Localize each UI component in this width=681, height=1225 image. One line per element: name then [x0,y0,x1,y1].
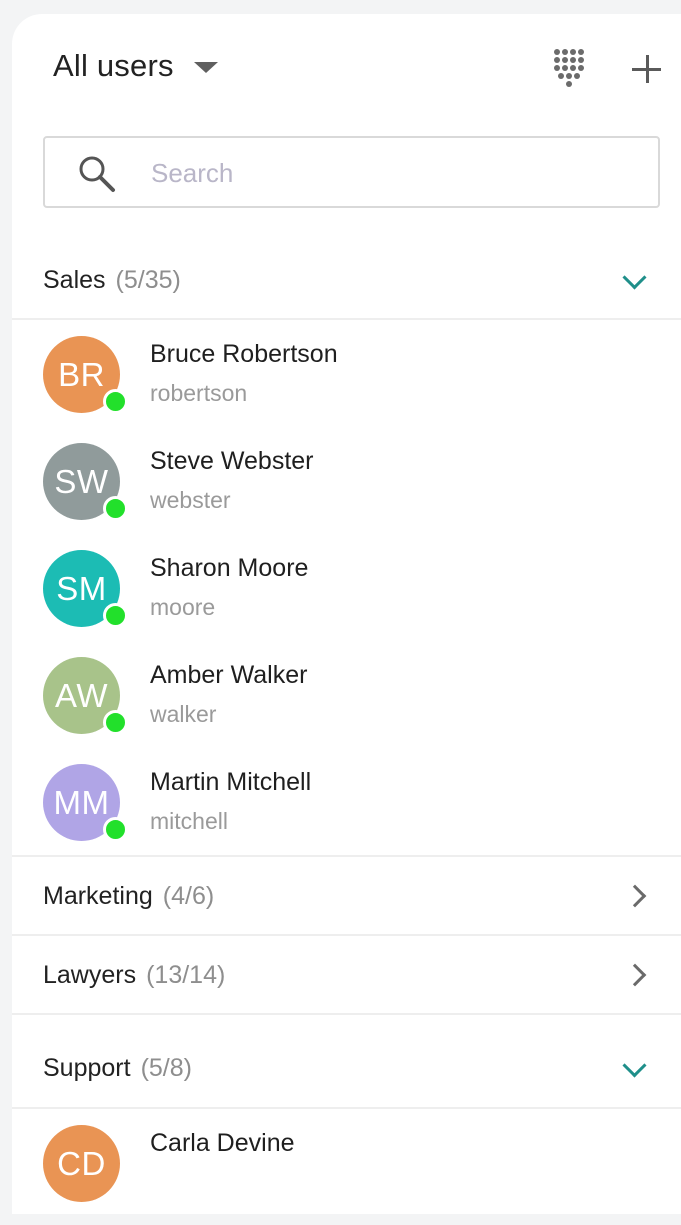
caret-down-icon[interactable] [193,61,218,73]
user-name: Martin Mitchell [150,768,312,796]
group-label: Sales [43,266,106,294]
online-status-icon [103,603,128,628]
online-status-icon [103,710,128,735]
divider [12,1107,681,1109]
online-status-icon [103,817,128,842]
group-header-sales[interactable]: Sales (5/35) [12,250,681,320]
add-user-button[interactable] [630,53,664,87]
group-title: Lawyers (13/14) [43,961,225,990]
group-header-marketing[interactable]: Marketing (4/6) [12,857,681,934]
group-count: (4/6) [162,882,215,910]
search-box[interactable] [43,136,660,208]
group-label: Marketing [43,882,153,910]
group-title: Marketing (4/6) [43,882,214,911]
users-panel: All users Sales(5/35) BR [12,14,681,1214]
user-login: walker [150,701,217,727]
search-input[interactable] [149,152,633,194]
group-label: Support [43,1054,131,1082]
dialpad-icon[interactable] [553,48,585,88]
page-title: All users [53,48,174,83]
user-name: Sharon Moore [150,554,309,582]
chevron-down-icon[interactable] [622,1053,647,1078]
group-count: (5/35) [115,266,181,294]
group-title: Sales (5/35) [43,266,181,295]
user-name: Carla Devine [150,1129,295,1157]
group-header-support[interactable]: Support (5/8) [12,1015,681,1107]
view-selector[interactable]: All users [53,48,218,84]
online-status-icon [103,496,128,521]
user-login: mitchell [150,808,228,834]
search-icon [79,156,115,192]
user-row-bruce-robertson[interactable]: BR Bruce Robertson robertson [12,336,681,436]
chevron-right-icon[interactable] [623,884,647,908]
online-status-icon [103,389,128,414]
chevron-right-icon[interactable] [623,963,647,987]
group-count: (5/8) [140,1054,192,1082]
user-row-amber-walker[interactable]: AW Amber Walker walker [12,657,681,757]
user-row-carla-devine[interactable]: CD Carla Devine [12,1125,681,1225]
user-login: robertson [150,380,248,406]
user-row-steve-webster[interactable]: SW Steve Webster webster [12,443,681,543]
group-title: Support (5/8) [43,1054,192,1083]
group-label: Lawyers [43,961,137,989]
group-header-lawyers[interactable]: Lawyers (13/14) [12,936,681,1013]
user-row-martin-mitchell[interactable]: MM Martin Mitchell mitchell [12,764,681,864]
user-name: Bruce Robertson [150,340,338,368]
user-login: webster [150,487,231,513]
header: All users [12,14,681,124]
user-name: Steve Webster [150,447,314,475]
divider [12,318,681,320]
chevron-down-icon[interactable] [622,265,647,290]
user-login: moore [150,594,216,620]
avatar: CD [43,1125,120,1202]
group-count: (13/14) [146,961,226,989]
user-row-sharon-moore[interactable]: SM Sharon Moore moore [12,550,681,650]
user-name: Amber Walker [150,661,308,689]
